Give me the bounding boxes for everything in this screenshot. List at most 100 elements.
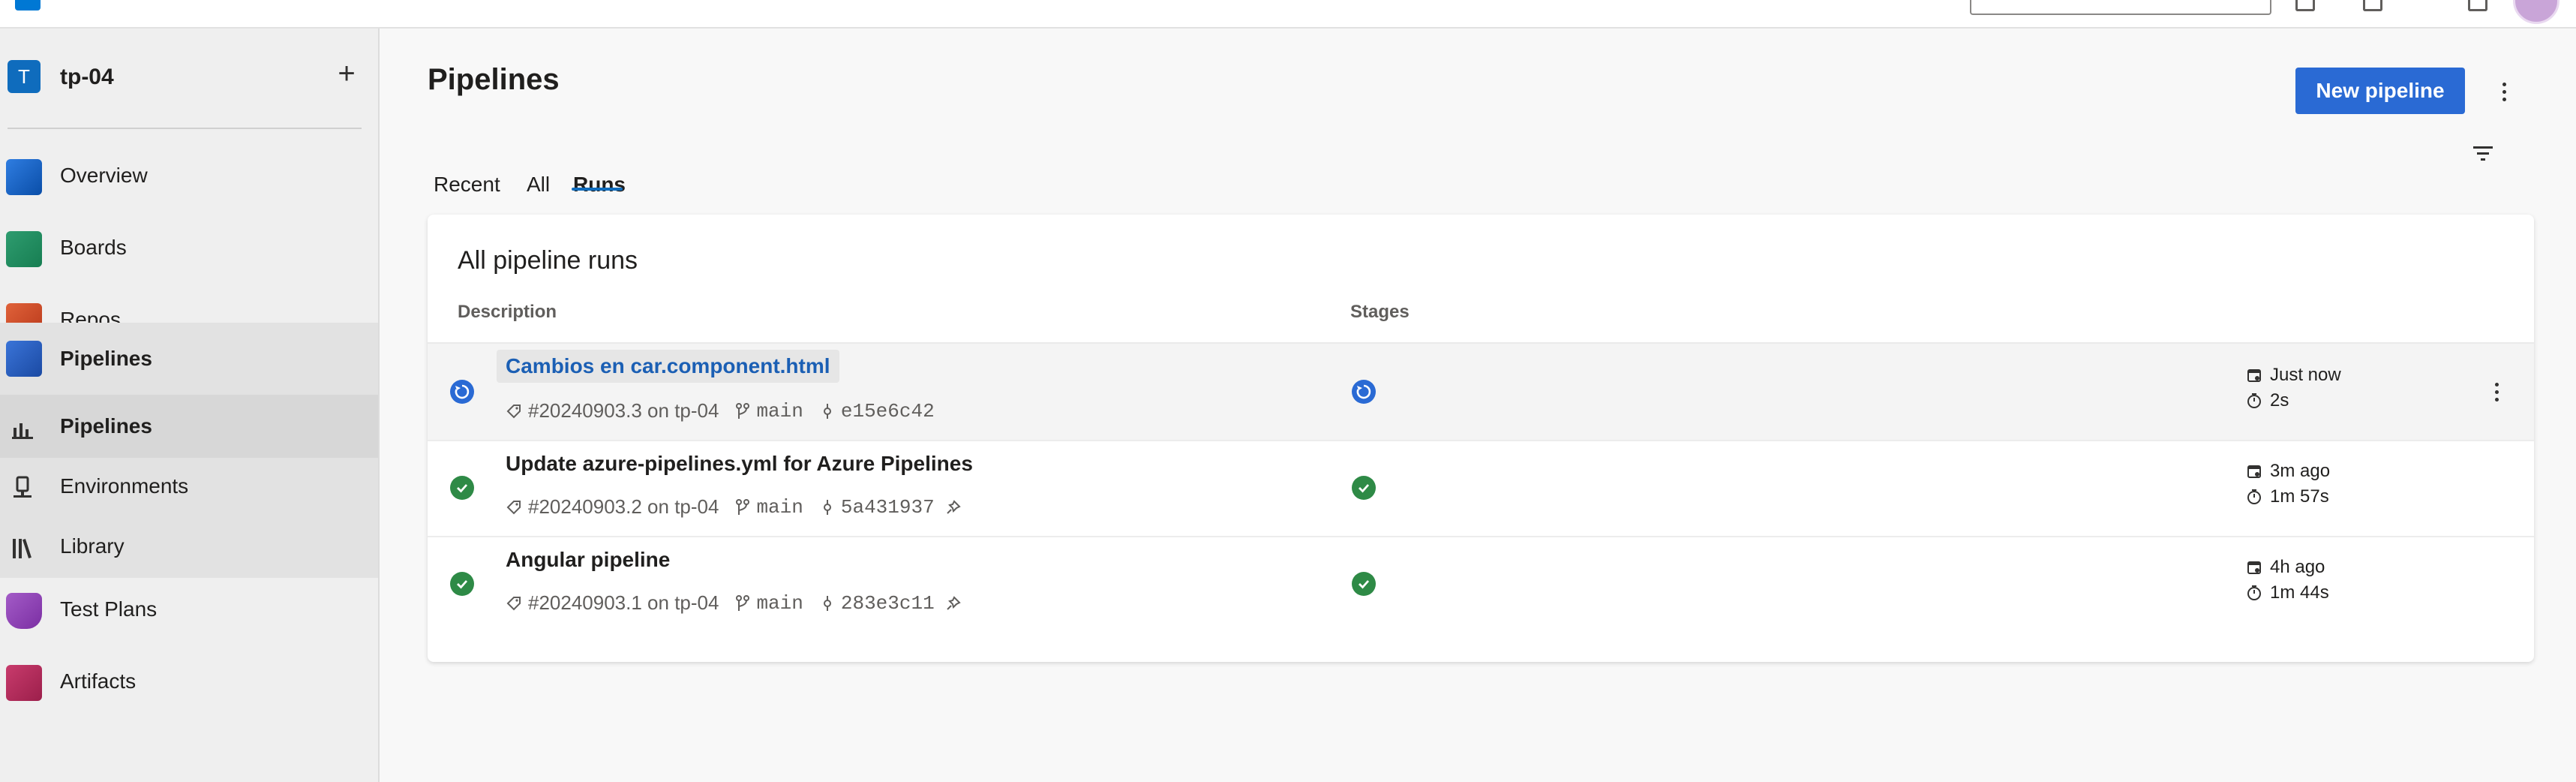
run-duration-text: 2s	[2270, 390, 2289, 411]
run-when-text: Just now	[2270, 365, 2341, 385]
run-duration: 1m 57s	[2246, 486, 2329, 507]
pipelines-icon	[12, 423, 33, 439]
environments-icon	[14, 476, 32, 498]
azure-devops-logo[interactable]	[15, 0, 41, 11]
sidebar-item-pipelines[interactable]: Pipelines	[0, 323, 378, 395]
more-icon[interactable]	[2489, 77, 2519, 107]
run-commit[interactable]: e15e6c42	[841, 400, 935, 423]
table-row[interactable]: Update azure-pipelines.yml for Azure Pip…	[428, 440, 2534, 537]
run-id: #20240903.2 on tp-04	[528, 495, 719, 518]
settings-icon[interactable]	[2295, 0, 2315, 11]
run-branch: main	[756, 399, 803, 423]
sidebar-subitem-library[interactable]: Library	[0, 518, 378, 578]
help-icon[interactable]	[2363, 0, 2382, 11]
sidebar-item-label: Overview	[60, 164, 148, 187]
run-duration-text: 1m 44s	[2270, 582, 2329, 603]
timer-icon	[2247, 585, 2261, 600]
row-more-icon[interactable]	[2481, 377, 2511, 407]
sidebar-item-label: Artifacts	[60, 669, 137, 693]
sidebar-divider	[8, 128, 362, 129]
pin-icon[interactable]	[945, 499, 962, 516]
sidebar-item-overview[interactable]: Overview	[0, 144, 378, 210]
library-icon	[13, 539, 32, 558]
tag-icon	[506, 596, 521, 610]
page-title: Pipelines	[428, 63, 560, 96]
run-when: 4h ago	[2246, 557, 2325, 578]
running-status-icon	[450, 380, 474, 404]
tab-all[interactable]: All	[527, 173, 550, 197]
tag-icon	[506, 404, 521, 418]
sidebar-subitem-environments[interactable]: Environments	[0, 458, 378, 518]
run-id: #20240903.3 on tp-04	[528, 399, 719, 422]
succeeded-status-icon	[450, 476, 474, 500]
commit-icon	[823, 499, 831, 515]
sidebar-item-label: Boards	[60, 236, 127, 259]
run-when: 3m ago	[2246, 461, 2330, 482]
run-branch: main	[756, 591, 803, 615]
runs-card: All pipeline runs Description Stages Cam…	[428, 215, 2534, 662]
overview-icon	[6, 159, 42, 195]
new-pipeline-button[interactable]: New pipeline	[2295, 68, 2465, 114]
run-meta: #20240903.1 on tp-04 main 283e3c11	[506, 591, 968, 615]
calendar-icon	[2247, 465, 2261, 478]
add-icon[interactable]: +	[330, 57, 363, 90]
pipelines-icon	[6, 341, 42, 377]
table-row[interactable]: Cambios en car.component.html #20240903.…	[428, 344, 2534, 441]
tag-icon	[506, 500, 521, 514]
run-when-text: 3m ago	[2270, 461, 2331, 481]
run-commit[interactable]: 283e3c11	[841, 592, 935, 615]
run-id: #20240903.1 on tp-04	[528, 591, 719, 614]
run-when-text: 4h ago	[2270, 557, 2325, 577]
project-name: tp-04	[60, 65, 114, 89]
stage-status-icon[interactable]	[1352, 380, 1376, 404]
run-meta: #20240903.3 on tp-04 main e15e6c42	[506, 399, 935, 423]
table-row[interactable]: Angular pipeline #20240903.1 on tp-04 ma…	[428, 536, 2534, 632]
column-header-description: Description	[458, 302, 557, 322]
pin-icon[interactable]	[945, 595, 962, 612]
sidebar-item-label: Pipelines	[60, 414, 152, 438]
tab-runs[interactable]: Runs	[573, 173, 626, 197]
main-content: Pipelines New pipeline Recent All Runs A…	[380, 29, 2576, 782]
calendar-icon	[2247, 561, 2261, 574]
avatar[interactable]	[2513, 0, 2559, 24]
commit-icon	[823, 403, 831, 419]
sidebar-item-label: Pipelines	[60, 347, 152, 370]
stage-status-icon[interactable]	[1352, 572, 1376, 596]
filter-icon[interactable]	[2471, 141, 2495, 165]
artifacts-icon	[6, 665, 42, 701]
card-title: All pipeline runs	[458, 246, 638, 275]
sidebar-item-artifacts[interactable]: Artifacts	[0, 650, 378, 716]
run-meta: #20240903.2 on tp-04 main 5a431937	[506, 495, 968, 519]
run-duration: 2s	[2246, 390, 2289, 411]
sidebar: T tp-04 + Overview Boards Repos Pipeline…	[0, 29, 380, 782]
test-plans-icon	[6, 593, 42, 629]
sidebar-item-label: Library	[60, 534, 125, 558]
tab-active-indicator	[572, 188, 623, 191]
branch-icon	[736, 402, 750, 419]
run-duration-text: 1m 57s	[2270, 486, 2329, 507]
run-branch: main	[756, 495, 803, 519]
sidebar-item-boards[interactable]: Boards	[0, 216, 378, 282]
sidebar-item-label: Environments	[60, 474, 189, 498]
stage-status-icon[interactable]	[1352, 476, 1376, 500]
tab-recent[interactable]: Recent	[434, 173, 500, 197]
search-box[interactable]	[1970, 0, 2271, 15]
run-duration: 1m 44s	[2246, 582, 2329, 603]
run-when: Just now	[2246, 365, 2341, 386]
succeeded-status-icon	[450, 572, 474, 596]
run-commit[interactable]: 5a431937	[841, 496, 935, 519]
project-header[interactable]: T tp-04 +	[0, 44, 378, 98]
branch-icon	[736, 594, 750, 611]
sidebar-item-label: Test Plans	[60, 597, 158, 621]
run-title-link[interactable]: Update azure-pipelines.yml for Azure Pip…	[506, 452, 973, 476]
run-title-link[interactable]: Angular pipeline	[506, 548, 670, 572]
sidebar-item-test-plans[interactable]: Test Plans	[0, 578, 378, 644]
boards-icon	[6, 231, 42, 267]
sidebar-subitem-pipelines[interactable]: Pipelines	[0, 395, 378, 458]
timer-icon	[2247, 489, 2261, 504]
run-title-link[interactable]: Cambios en car.component.html	[497, 350, 839, 383]
column-header-stages: Stages	[1350, 302, 1410, 322]
timer-icon	[2247, 393, 2261, 408]
calendar-icon	[2247, 369, 2261, 382]
user-settings-icon[interactable]	[2468, 0, 2487, 11]
